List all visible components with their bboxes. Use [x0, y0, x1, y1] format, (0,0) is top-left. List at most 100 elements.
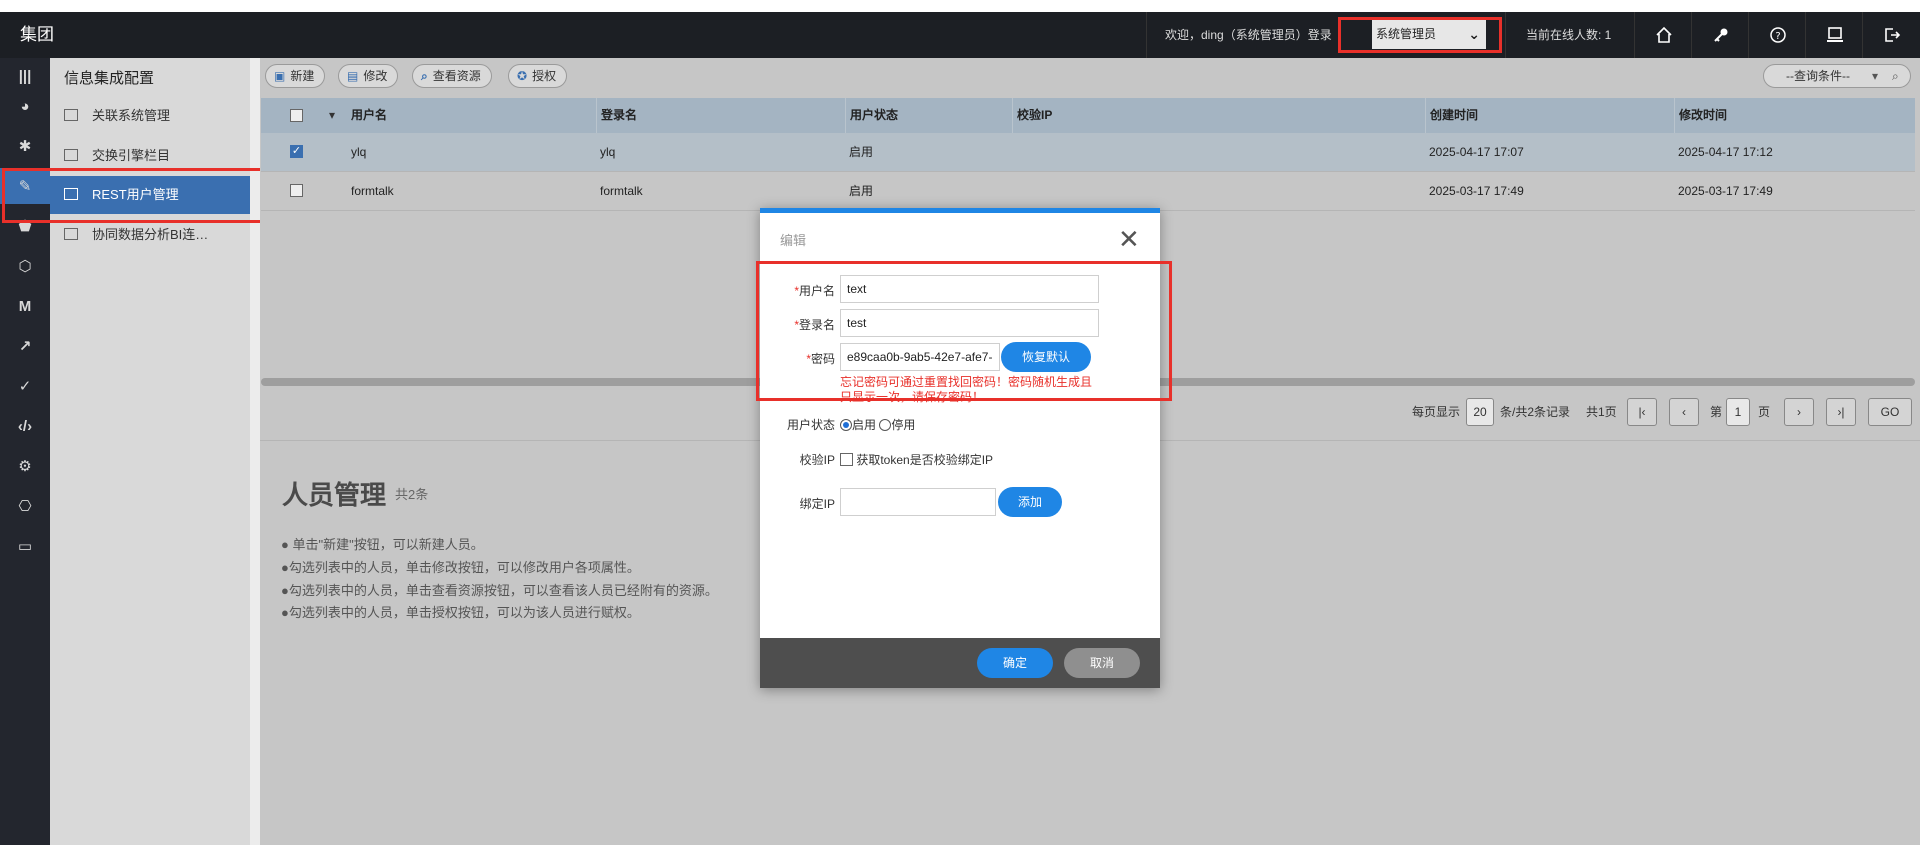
- network-icon[interactable]: ⎔: [0, 488, 50, 524]
- help-count: 共2条: [395, 487, 429, 502]
- report-icon: [64, 228, 78, 240]
- svg-text:?: ?: [1775, 31, 1780, 42]
- cell-status: 启用: [849, 184, 874, 198]
- monitor-icon[interactable]: ▭: [0, 528, 50, 564]
- status-enable-radio[interactable]: [840, 419, 852, 431]
- authorize-label: 授权: [532, 69, 557, 83]
- edit-button-label: 修改: [363, 69, 388, 83]
- view-resources-label: 查看资源: [432, 69, 481, 83]
- authorize-button[interactable]: ✪ 授权: [508, 64, 568, 88]
- dialog-annotation-box: [756, 261, 1172, 401]
- status-disable-radio[interactable]: [879, 419, 892, 431]
- cell-username: ylq: [351, 145, 367, 159]
- monitor-icon[interactable]: [1805, 12, 1863, 58]
- top-bar: 集团 欢迎，ding（系统管理员）登录 系统管理员 ⌄ 当前在线人数: 1 ?: [0, 12, 1920, 58]
- pager-page-input[interactable]: 1: [1726, 398, 1750, 426]
- feather-icon[interactable]: ↗: [0, 328, 50, 364]
- dialog-footer: 确定 取消: [760, 638, 1160, 688]
- brand-title: 集团: [20, 25, 54, 44]
- users-table: ▾ 用户名 登录名 用户状态 校验IP 创建时间 修改时间 ✓ ylq ylq …: [261, 98, 1915, 211]
- cell-login: formtalk: [600, 184, 643, 198]
- next-page-icon[interactable]: ›: [1784, 398, 1814, 426]
- cell-created: 2025-04-17 17:07: [1429, 145, 1524, 159]
- row-checkbox[interactable]: ✓: [290, 145, 303, 158]
- bind-ip-field[interactable]: [840, 488, 996, 516]
- search-icon: ⌕: [421, 69, 428, 83]
- hexagon-icon[interactable]: ⬡: [0, 248, 50, 284]
- go-button[interactable]: GO: [1868, 398, 1912, 426]
- cell-modified: 2025-04-17 17:12: [1678, 145, 1773, 159]
- add-ip-button[interactable]: 添加: [998, 487, 1062, 517]
- cell-login: ylq: [600, 145, 616, 159]
- verify-ip-option[interactable]: 获取token是否校验绑定IP: [840, 451, 993, 468]
- help-line: ● 单击"新建"按钮，可以新建人员。: [281, 537, 484, 552]
- table-header: ▾ 用户名 登录名 用户状态 校验IP 创建时间 修改时间: [261, 98, 1915, 133]
- last-page-icon[interactable]: ›|: [1826, 398, 1856, 426]
- check-icon[interactable]: ✓: [0, 368, 50, 404]
- pager-summary: 条/共2条记录: [1500, 405, 1571, 419]
- settings-icon[interactable]: ✱: [0, 128, 50, 164]
- gear-arrow-icon[interactable]: ⚙: [0, 448, 50, 484]
- dialog-accent-bar: [760, 208, 1160, 213]
- new-icon: ▣: [274, 69, 286, 83]
- select-all-checkbox[interactable]: [290, 109, 303, 122]
- key-icon[interactable]: [1691, 12, 1749, 58]
- cell-username: formtalk: [351, 184, 394, 198]
- chart-icon: [64, 149, 78, 161]
- code-icon[interactable]: ‹/›: [0, 408, 50, 444]
- header-login[interactable]: 登录名: [596, 98, 845, 133]
- help-line: ●勾选列表中的人员，单击修改按钮，可以修改用户各项属性。: [281, 560, 640, 575]
- status-label: 用户状态: [786, 418, 835, 432]
- dialog-title: 编辑: [780, 233, 807, 248]
- online-count: 当前在线人数: 1: [1505, 12, 1645, 58]
- header-ip[interactable]: 校验IP: [1012, 98, 1425, 133]
- cell-modified: 2025-03-17 17:49: [1678, 184, 1773, 198]
- pager-per-page-label: 每页显示: [1412, 405, 1461, 419]
- role-annotation-box: [1338, 17, 1502, 53]
- pager-page-label: 第: [1710, 405, 1723, 419]
- new-button-label: 新建: [290, 69, 315, 83]
- header-username[interactable]: 用户名: [347, 98, 595, 133]
- logout-icon[interactable]: [1862, 12, 1920, 58]
- dashboard-icon[interactable]: ◕: [0, 88, 50, 124]
- table-row[interactable]: ✓ ylq ylq 启用 2025-04-17 17:07 2025-04-17…: [261, 133, 1915, 172]
- bind-ip-label: 绑定IP: [799, 497, 835, 511]
- help-line: ●勾选列表中的人员，单击查看资源按钮，可以查看该人员已经附有的资源。: [281, 583, 718, 598]
- verify-ip-label: 校验IP: [799, 453, 835, 467]
- status-disable-label: 停用: [891, 418, 916, 432]
- status-radio-group: 启用 停用: [840, 416, 915, 433]
- cancel-button[interactable]: 取消: [1064, 648, 1140, 678]
- help-title: 人员管理: [282, 480, 387, 510]
- submenu-title: 信息集成配置: [64, 70, 155, 87]
- ok-button[interactable]: 确定: [977, 648, 1053, 678]
- cell-status: 启用: [849, 145, 874, 159]
- close-icon[interactable]: ✕: [1118, 226, 1140, 252]
- m-icon[interactable]: M: [0, 288, 50, 324]
- header-modified[interactable]: 修改时间: [1674, 98, 1919, 133]
- first-page-icon[interactable]: |‹: [1627, 398, 1657, 426]
- verify-ip-text: 获取token是否校验绑定IP: [856, 453, 994, 467]
- submenu-item-related-systems[interactable]: 关联系统管理: [50, 97, 250, 135]
- new-button[interactable]: ▣ 新建: [265, 64, 326, 88]
- badge-icon: ✪: [517, 69, 528, 83]
- submenu-item-label: 关联系统管理: [92, 108, 171, 123]
- caret-down-icon[interactable]: ▾: [1872, 65, 1878, 87]
- header-created[interactable]: 创建时间: [1425, 98, 1674, 133]
- header-status[interactable]: 用户状态: [845, 98, 1012, 133]
- table-row[interactable]: formtalk formtalk 启用 2025-03-17 17:49 20…: [261, 172, 1915, 211]
- verify-ip-checkbox[interactable]: [840, 453, 853, 466]
- row-checkbox[interactable]: [290, 184, 303, 197]
- edit-button[interactable]: ▤ 修改: [338, 64, 399, 88]
- query-conditions[interactable]: --查询条件-- ▾ ⌕: [1763, 64, 1911, 88]
- prev-page-icon[interactable]: ‹: [1669, 398, 1699, 426]
- pager-per-page-input[interactable]: 20: [1466, 398, 1494, 426]
- pager-page-suffix: 页: [1758, 405, 1771, 419]
- home-icon[interactable]: [1634, 12, 1692, 58]
- sort-icon[interactable]: ▾: [329, 98, 335, 133]
- status-enable-label: 启用: [852, 418, 877, 432]
- view-resources-button[interactable]: ⌕ 查看资源: [412, 64, 492, 88]
- search-icon[interactable]: ⌕: [1892, 65, 1899, 87]
- query-label: --查询条件--: [1786, 69, 1850, 83]
- help-line: ●勾选列表中的人员，单击授权按钮，可以为该人员进行赋权。: [281, 605, 640, 620]
- help-icon[interactable]: ?: [1748, 12, 1806, 58]
